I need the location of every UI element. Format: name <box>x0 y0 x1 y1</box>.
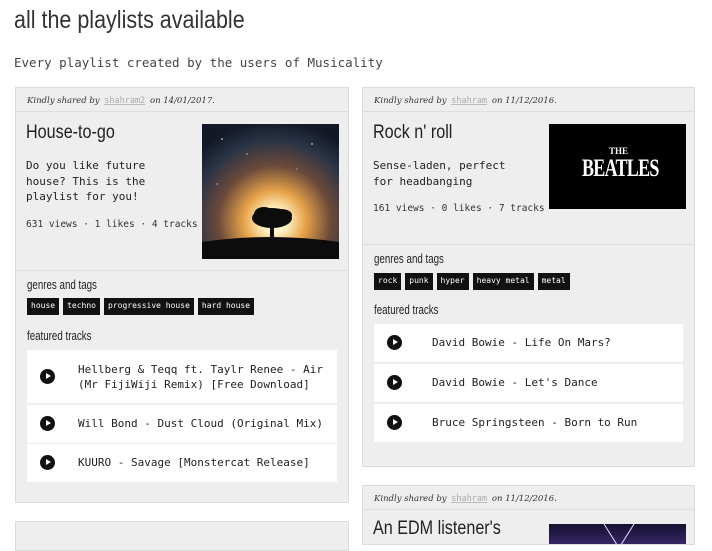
playlist-title[interactable]: House-to-go <box>26 122 115 144</box>
sunrise-tree-image[interactable] <box>202 124 339 259</box>
track-title: Will Bond - Dust Cloud (Original Mix) <box>78 417 324 430</box>
tag-heavy-metal[interactable]: heavy metal <box>472 273 534 290</box>
tag-hard-house[interactable]: hard house <box>197 298 255 315</box>
track-item[interactable]: Bruce Springsteen - Born to Run <box>374 404 683 442</box>
track-title: David Bowie - Life On Mars? <box>432 336 611 349</box>
play-icon[interactable] <box>40 416 55 431</box>
track-title: KUURO - Savage [Monstercat Release] <box>78 456 310 469</box>
playlist-stats: 631 views · 1 likes · 4 tracks <box>26 219 198 230</box>
featured-label: featured tracks <box>374 303 439 317</box>
edm-light-graphic <box>603 524 635 544</box>
tag-punk[interactable]: punk <box>405 273 433 290</box>
track-title: David Bowie - Let's Dance <box>432 376 598 389</box>
shared-date: 14/01/2017. <box>163 96 215 106</box>
shared-date: 11/12/2016. <box>505 96 557 106</box>
username-link[interactable]: shahram2 <box>102 96 147 106</box>
track-item[interactable]: David Bowie - Let's Dance <box>374 364 683 402</box>
play-icon[interactable] <box>387 375 402 390</box>
page-subtitle: Every playlist created by the users of M… <box>14 55 383 70</box>
sunrise-tree-graphic <box>202 124 339 259</box>
tag-techno[interactable]: techno <box>63 298 100 315</box>
play-icon[interactable] <box>387 335 402 350</box>
playlist-card: Kindly shared by shahram on 11/12/2016. … <box>362 485 695 545</box>
track-item[interactable]: David Bowie - Life On Mars? <box>374 324 683 362</box>
playlist-title[interactable]: An EDM listener's <box>373 518 501 540</box>
playlist-card: Kindly shared by shahram2 on 14/01/2017.… <box>15 87 349 503</box>
beatles-logo-text: BEATLES <box>582 155 659 182</box>
playlist-card: Kindly shared by shahram on 11/12/2016. … <box>362 87 695 467</box>
play-icon[interactable] <box>387 415 402 430</box>
playlist-stats: 161 views · 0 likes · 7 tracks <box>373 203 545 214</box>
featured-label: featured tracks <box>27 329 92 343</box>
track-item[interactable]: Will Bond - Dust Cloud (Original Mix) <box>27 405 337 443</box>
track-title: Hellberg & Teqq ft. Taylr Renee - Air (M… <box>78 363 324 391</box>
tag-metal[interactable]: metal <box>537 273 570 290</box>
card-divider <box>363 244 694 245</box>
track-item[interactable]: KUURO - Savage [Monstercat Release] <box>27 444 337 482</box>
username-link[interactable]: shahram <box>449 494 489 504</box>
genres-label: genres and tags <box>374 252 444 266</box>
shared-meta: Kindly shared by shahram2 on 14/01/2017. <box>16 88 348 112</box>
tag-progressive-house[interactable]: progressive house <box>104 298 194 315</box>
playlist-card <box>15 521 349 551</box>
tag-hyper[interactable]: hyper <box>436 273 469 290</box>
shared-date: 11/12/2016. <box>505 494 557 504</box>
track-title: Bruce Springsteen - Born to Run <box>432 416 638 429</box>
tag-house[interactable]: house <box>27 298 60 315</box>
beatles-logo-image[interactable]: THE BEATLES <box>549 124 686 209</box>
card-divider <box>16 270 348 271</box>
track-item[interactable]: Hellberg & Teqq ft. Taylr Renee - Air (M… <box>27 350 337 403</box>
shared-meta: Kindly shared by shahram on 11/12/2016. <box>363 486 694 510</box>
edm-light-image[interactable] <box>549 524 686 544</box>
playlist-title[interactable]: Rock n' roll <box>373 122 452 144</box>
play-icon[interactable] <box>40 369 55 384</box>
shared-meta: Kindly shared by shahram on 11/12/2016. <box>363 88 694 112</box>
username-link[interactable]: shahram <box>449 96 489 106</box>
tag-list: house techno progressive house hard hous… <box>27 298 255 315</box>
genres-label: genres and tags <box>27 278 97 292</box>
playlist-description: Do you like future house? This is the pl… <box>26 159 146 203</box>
page-title: all the playlists available <box>14 6 245 34</box>
tag-list: rock punk hyper heavy metal metal <box>374 273 570 290</box>
playlist-description: Sense-laden, perfect for headbanging <box>373 159 506 188</box>
tag-rock[interactable]: rock <box>374 273 402 290</box>
play-icon[interactable] <box>40 455 55 470</box>
